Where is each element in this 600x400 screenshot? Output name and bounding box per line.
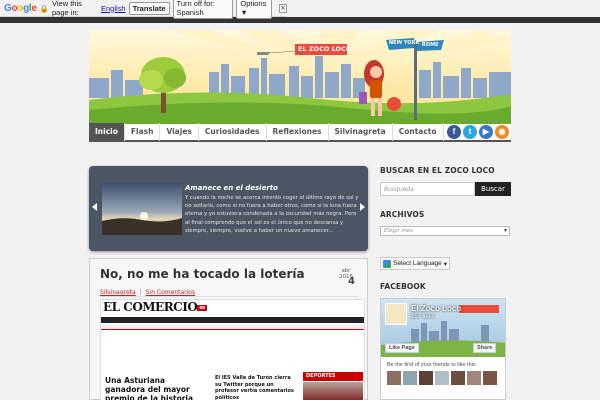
avatar[interactable] xyxy=(483,371,497,385)
google-translate-icon xyxy=(383,259,391,268)
nav-item-curiosidades[interactable]: Curiosidades xyxy=(199,123,267,141)
facebook-icon[interactable]: f xyxy=(447,125,461,139)
language-link[interactable]: English xyxy=(101,4,126,13)
blog-post: No, no me ha tocado la lotería abr 2016 … xyxy=(89,258,368,400)
fb-friend-avatars xyxy=(387,371,497,385)
options-button[interactable]: Options ▼ xyxy=(236,0,273,19)
search-button[interactable]: Buscar xyxy=(475,182,511,196)
nav-item-silvinagreta[interactable]: Silvinagreta xyxy=(329,123,393,141)
nav-item-contacto[interactable]: Contacto xyxy=(393,123,444,141)
social-links: f t ▶ ◉ xyxy=(447,125,509,139)
sign-rome: ROME xyxy=(422,42,439,48)
fb-friends-text: Be the first of your friends to like thi… xyxy=(387,362,476,368)
archive-heading: ARCHIVOS xyxy=(380,210,425,219)
search-heading: BUSCAR EN EL ZOCO LOCO xyxy=(380,166,495,175)
newspaper-menu-bar xyxy=(101,317,364,323)
post-meta: Silvinagreta | Sin Comentarios xyxy=(100,289,195,296)
facebook-widget: El Zoco Loco 257 likes Like Page Share B… xyxy=(380,298,506,400)
main-nav: Inicio Flash Viajes Curiosidades Reflexi… xyxy=(89,123,511,142)
featured-slider: Amanece en el desierto Y cuando la noche… xyxy=(89,166,368,251)
fb-page-avatar[interactable] xyxy=(385,303,407,325)
translate-prompt: View this page in: xyxy=(52,0,82,17)
clipping-headline-side: El IES Valle de Turón cierra su Twitter … xyxy=(215,375,294,400)
clipping-section-label: DEPORTES xyxy=(303,372,363,381)
header-banner[interactable]: EL ZOCO LOCO NEW YORK ROME xyxy=(89,30,511,126)
archive-select[interactable]: Elegir mes ▾ xyxy=(380,226,510,236)
youtube-icon[interactable]: ▶ xyxy=(479,125,493,139)
avatar[interactable] xyxy=(467,371,481,385)
nav-item-inicio[interactable]: Inicio xyxy=(89,123,125,141)
avatar[interactable] xyxy=(435,371,449,385)
top-strip xyxy=(0,17,600,23)
clipping-headline-main: Una Asturiana ganadora del mayor premio … xyxy=(105,376,194,400)
post-date-day: 4 xyxy=(348,276,355,287)
avatar[interactable] xyxy=(387,371,401,385)
rss-icon[interactable]: ◉ xyxy=(495,125,509,139)
fb-like-button[interactable]: Like Page xyxy=(385,343,419,353)
avatar[interactable] xyxy=(403,371,417,385)
sign-new-york: NEW YORK xyxy=(389,40,420,46)
post-author-link[interactable]: Silvinagreta xyxy=(100,289,136,296)
signpost-illustration xyxy=(386,38,444,120)
nav-item-viajes[interactable]: Viajes xyxy=(160,123,199,141)
lock-icon: 🔒 xyxy=(39,3,50,13)
newspaper-logo: EL COMERCIO es xyxy=(103,300,207,314)
nav-item-reflexiones[interactable]: Reflexiones xyxy=(267,123,329,141)
language-select[interactable]: Select Language ▾ xyxy=(380,257,450,270)
translate-button[interactable]: Translate xyxy=(128,1,170,15)
search-input[interactable]: Busqueda xyxy=(380,182,475,196)
nav-item-flash[interactable]: Flash xyxy=(125,123,161,141)
chevron-down-icon: ▾ xyxy=(443,260,448,268)
fb-share-button[interactable]: Share xyxy=(473,343,497,353)
translate-bar: Google 🔒 View this page in: English Tran… xyxy=(0,0,287,19)
facebook-heading: FACEBOOK xyxy=(380,282,426,291)
newspaper-subbar xyxy=(101,325,364,330)
desert-sunrise-image[interactable] xyxy=(102,183,182,235)
slider-next-arrow-icon[interactable] xyxy=(360,203,365,211)
avatar[interactable] xyxy=(451,371,465,385)
turn-off-button[interactable]: Turn off for: Spanish xyxy=(172,0,234,19)
close-icon[interactable]: × xyxy=(279,3,287,13)
clipping-photo xyxy=(303,382,363,400)
fb-cover-image[interactable]: El Zoco Loco 257 likes Like Page Share xyxy=(381,299,505,357)
twitter-icon[interactable]: t xyxy=(463,125,477,139)
slider-text: Y cuando la noche se acerca intento coge… xyxy=(185,195,359,234)
chevron-down-icon: ▾ xyxy=(503,227,507,234)
google-logo: Google xyxy=(4,2,37,14)
slider-title[interactable]: Amanece en el desierto xyxy=(185,184,278,192)
avatar[interactable] xyxy=(419,371,433,385)
fb-likes-count: 257 likes xyxy=(411,314,435,320)
meta-separator: | xyxy=(139,289,142,296)
slider-prev-arrow-icon[interactable] xyxy=(92,203,97,211)
post-comments-link[interactable]: Sin Comentarios xyxy=(146,289,195,296)
fb-page-name[interactable]: El Zoco Loco xyxy=(411,304,461,313)
post-title[interactable]: No, no me ha tocado la lotería xyxy=(100,267,305,281)
newspaper-clipping-image[interactable]: EL COMERCIO es Una Asturiana ganadora del… xyxy=(100,299,365,400)
